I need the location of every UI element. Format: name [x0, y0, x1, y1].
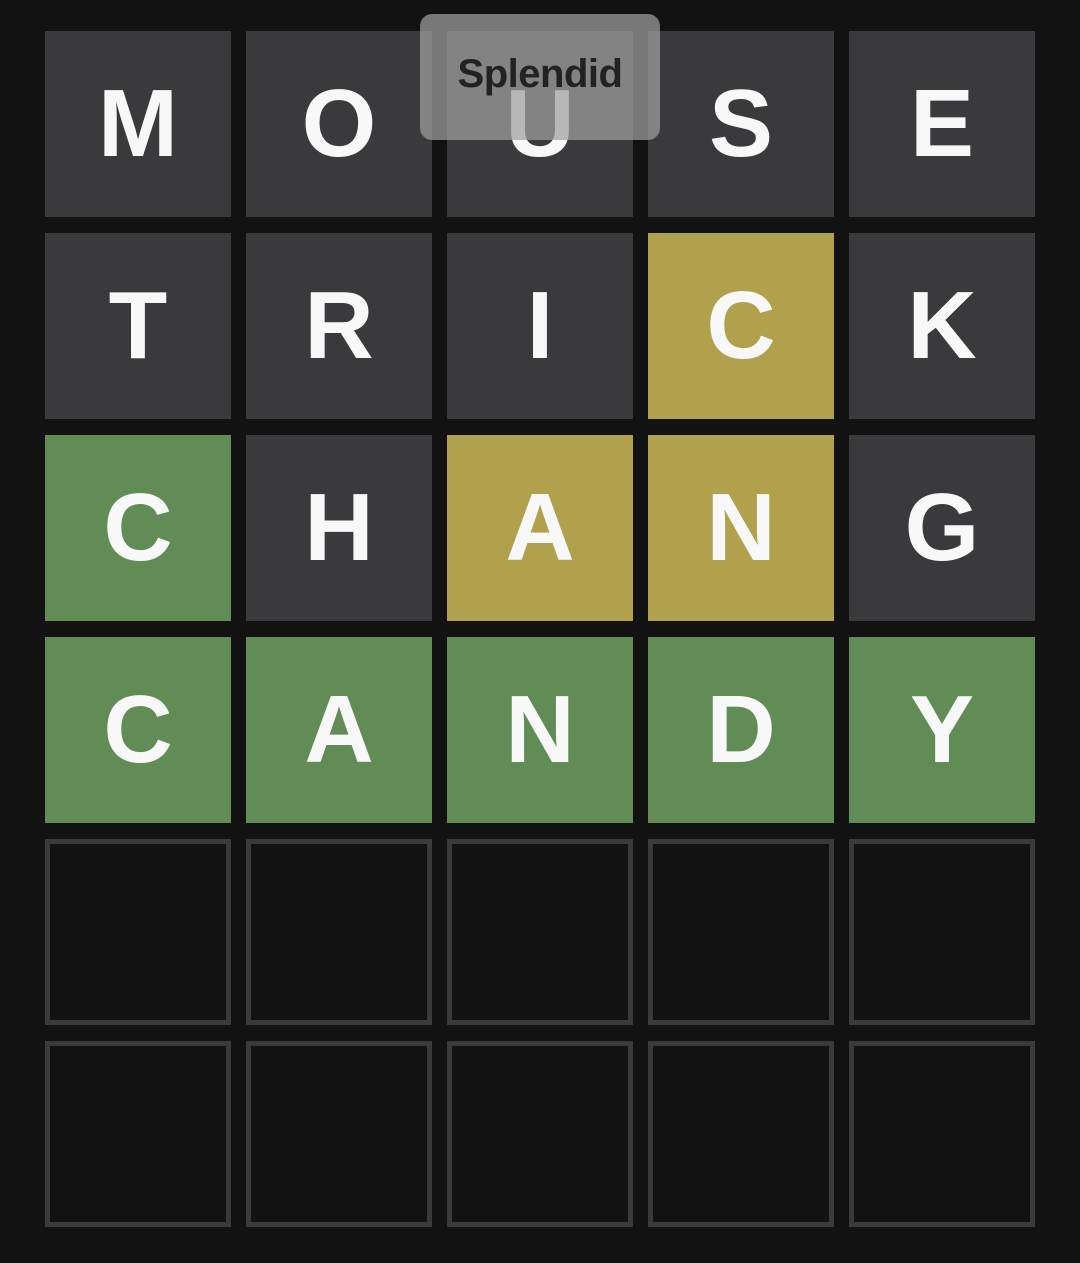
tile-r2-c3: I	[447, 233, 633, 419]
tile-r1-c1: M	[45, 31, 231, 217]
tile-r3-c5: G	[849, 435, 1035, 621]
tile-r6-c2	[246, 1041, 432, 1227]
tile-r1-c5: E	[849, 31, 1035, 217]
tile-r4-c1: C	[45, 637, 231, 823]
tile-r5-c5	[849, 839, 1035, 1025]
tile-r2-c1: T	[45, 233, 231, 419]
tile-r3-c4: N	[648, 435, 834, 621]
tile-r3-c3: A	[447, 435, 633, 621]
toast-message: Splendid	[420, 14, 660, 140]
tile-r1-c4: S	[648, 31, 834, 217]
tile-r3-c1: C	[45, 435, 231, 621]
tile-r2-c2: R	[246, 233, 432, 419]
tile-r1-c2: O	[246, 31, 432, 217]
tile-r6-c3	[447, 1041, 633, 1227]
tile-r4-c2: A	[246, 637, 432, 823]
tile-r5-c2	[246, 839, 432, 1025]
tile-r5-c1	[45, 839, 231, 1025]
tile-r5-c4	[648, 839, 834, 1025]
game-board: MOUSETRICKCHANGCANDY	[45, 31, 1035, 1227]
tile-r2-c4: C	[648, 233, 834, 419]
tile-r6-c5	[849, 1041, 1035, 1227]
tile-r4-c3: N	[447, 637, 633, 823]
tile-r4-c5: Y	[849, 637, 1035, 823]
tile-r6-c1	[45, 1041, 231, 1227]
tile-r6-c4	[648, 1041, 834, 1227]
tile-r2-c5: K	[849, 233, 1035, 419]
tile-r3-c2: H	[246, 435, 432, 621]
tile-r5-c3	[447, 839, 633, 1025]
tile-r4-c4: D	[648, 637, 834, 823]
